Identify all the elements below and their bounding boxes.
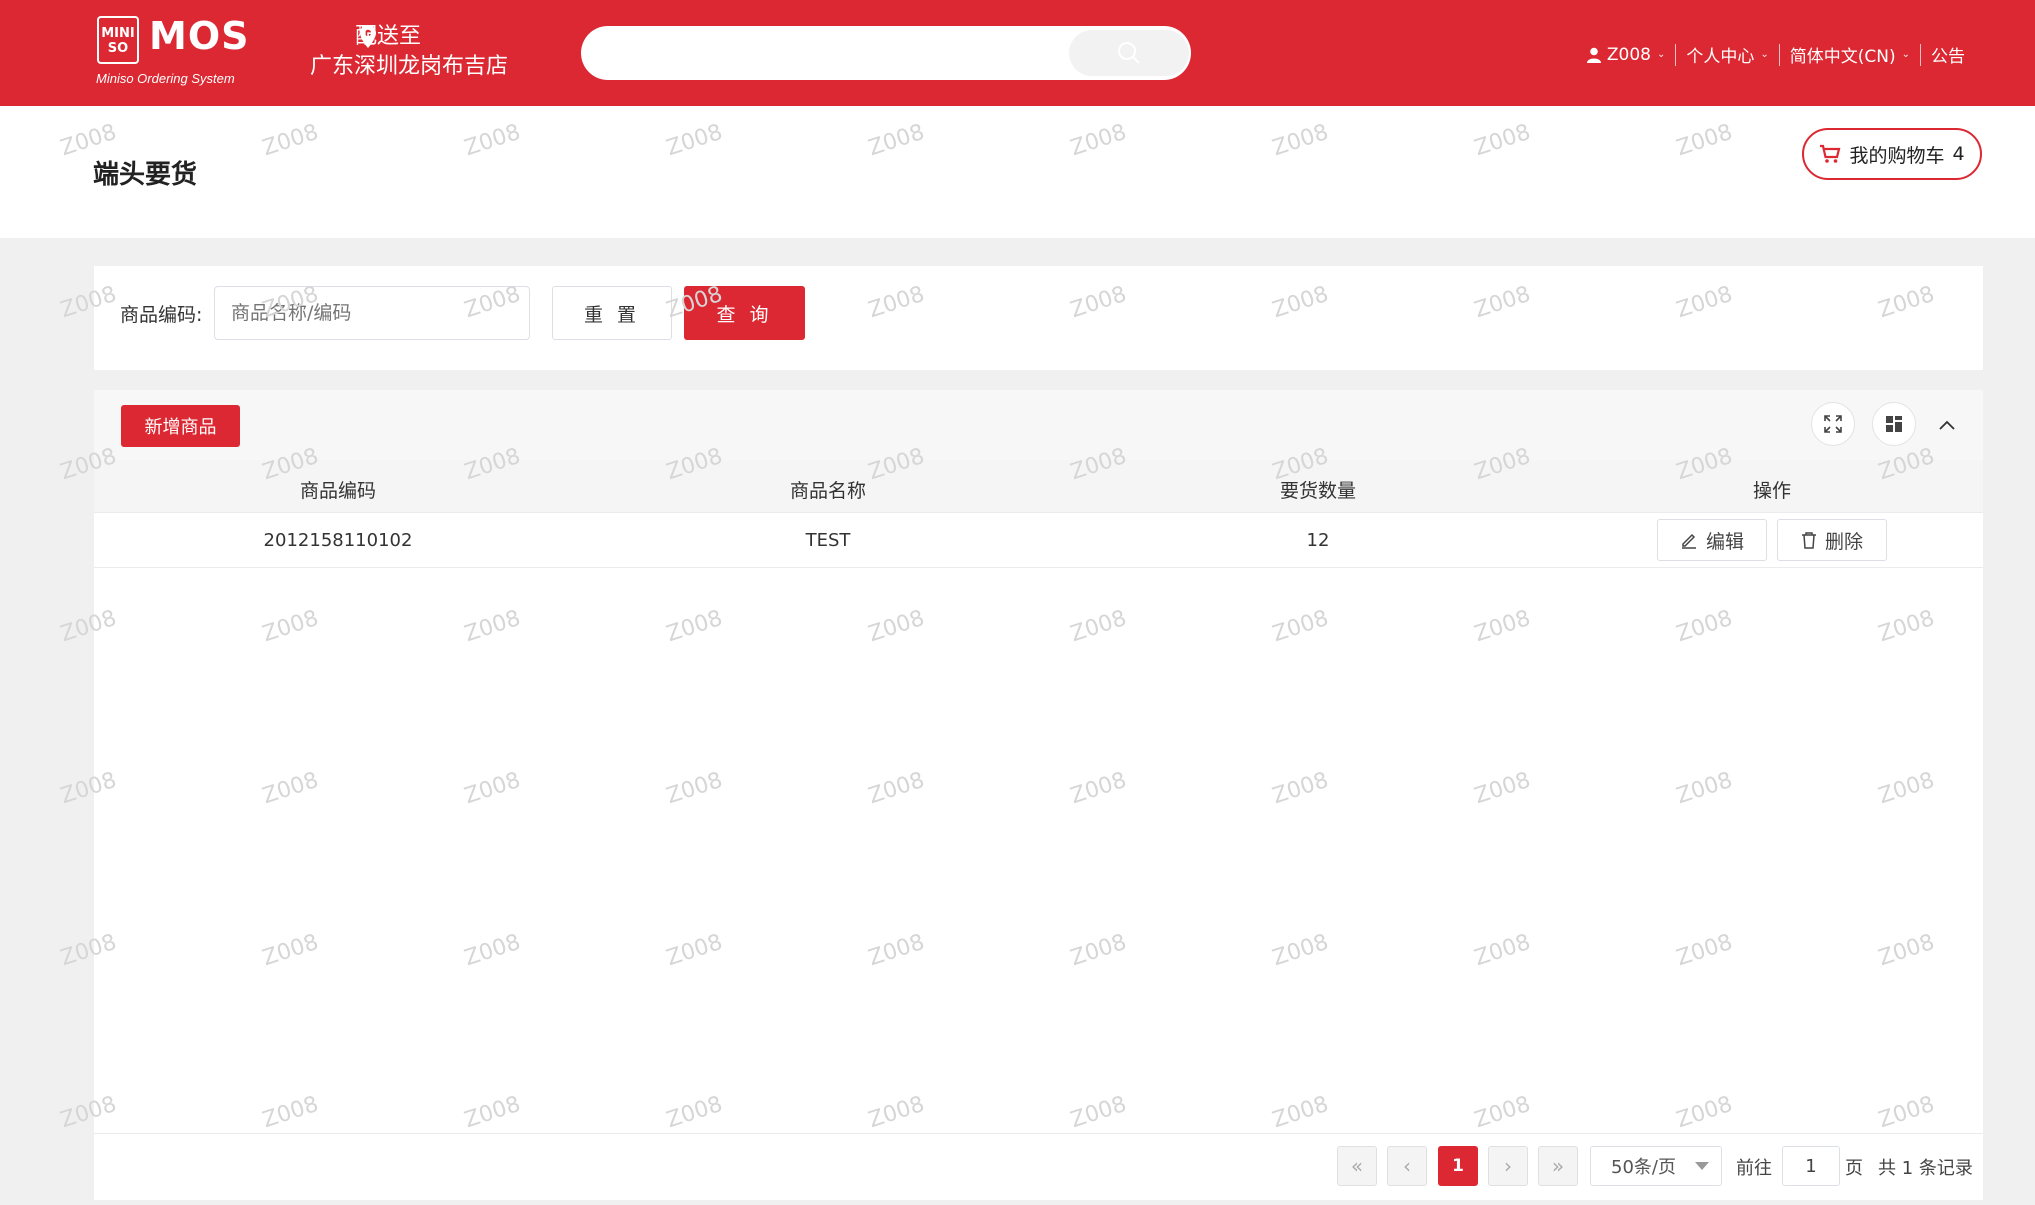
page-title: 端头要货 xyxy=(93,160,198,190)
goto-page-input[interactable]: 1 xyxy=(1782,1146,1840,1186)
first-page-button[interactable]: « xyxy=(1337,1146,1377,1186)
page-size-select[interactable]: 50条/页 xyxy=(1590,1146,1722,1186)
cart-count: 4 xyxy=(1952,143,1965,165)
column-header-code: 商品编码 xyxy=(299,480,377,502)
cart-icon xyxy=(1820,144,1841,163)
page-unit-label: 页 xyxy=(1845,1158,1863,1179)
search-bar[interactable] xyxy=(581,26,1191,80)
prev-page-button[interactable]: ‹ xyxy=(1387,1146,1427,1186)
ship-store: 广东深圳龙岗布吉店 xyxy=(310,54,509,79)
chevron-down-icon: ⌄ xyxy=(1760,49,1769,60)
cell-qty: 12 xyxy=(1306,530,1330,551)
column-header-name: 商品名称 xyxy=(789,480,867,502)
language-label: 简体中文(CN) xyxy=(1789,47,1896,67)
chevron-down-icon: ⌄ xyxy=(1901,49,1910,60)
cart-button[interactable]: 我的购物车 4 xyxy=(1802,128,1982,180)
delete-label: 删除 xyxy=(1824,530,1863,553)
ship-label: 配送至 xyxy=(355,24,422,49)
next-page-button[interactable]: › xyxy=(1488,1146,1528,1186)
double-chevron-right-icon: » xyxy=(1551,1154,1565,1178)
column-header-qty: 要货数量 xyxy=(1279,480,1357,502)
delivery-address[interactable]: 配送至 广东深圳龙岗布吉店 xyxy=(310,22,508,82)
reset-button[interactable]: 重 置 xyxy=(552,286,672,340)
total-records: 共 1 条记录 xyxy=(1878,1158,1973,1179)
trash-icon xyxy=(1801,532,1816,549)
cell-name: TEST xyxy=(805,530,851,551)
language-menu[interactable]: 简体中文(CN) ⌄ xyxy=(1780,42,1920,67)
title-bar xyxy=(0,106,2035,238)
goto-label: 前往 xyxy=(1736,1158,1772,1179)
layout-icon xyxy=(1886,416,1902,432)
fullscreen-icon xyxy=(1824,415,1842,433)
column-header-actions: 操作 xyxy=(1752,480,1792,502)
page-number-button[interactable]: 1 xyxy=(1438,1146,1478,1186)
user-icon xyxy=(1586,47,1601,63)
edit-icon xyxy=(1681,533,1696,549)
miniso-logo-icon[interactable]: MINI SO xyxy=(97,16,139,64)
edit-label: 编辑 xyxy=(1705,530,1744,553)
caret-down-icon xyxy=(1695,1162,1709,1170)
table-toolbar xyxy=(94,390,1983,460)
cell-code: 2012158110102 xyxy=(263,530,413,551)
double-chevron-left-icon: « xyxy=(1350,1154,1364,1178)
user-menu[interactable]: Z008 ⌄ xyxy=(1577,45,1675,65)
personal-center-menu[interactable]: 个人中心 ⌄ xyxy=(1676,42,1778,67)
cart-label: 我的购物车 xyxy=(1849,144,1945,167)
chevron-up-icon[interactable] xyxy=(1938,412,1956,436)
last-page-button[interactable]: » xyxy=(1538,1146,1578,1186)
top-header: MINI SO MOS Miniso Ordering System 配送至 广东… xyxy=(0,0,2035,106)
chevron-down-icon: ⌄ xyxy=(1656,49,1666,60)
layout-button[interactable] xyxy=(1872,402,1916,446)
chevron-left-icon: ‹ xyxy=(1403,1154,1411,1178)
search-icon xyxy=(1118,42,1140,64)
chevron-right-icon: › xyxy=(1504,1154,1512,1178)
pager-divider xyxy=(94,1133,1983,1134)
table-header xyxy=(94,460,1983,512)
personal-center-label: 个人中心 xyxy=(1686,47,1755,67)
query-button[interactable]: 查 询 xyxy=(684,286,805,340)
header-nav: Z008 ⌄ 个人中心 ⌄ 简体中文(CN) ⌄ 公告 xyxy=(1577,42,1975,67)
add-product-button[interactable]: 新增商品 xyxy=(121,405,240,447)
delete-button[interactable]: 删除 xyxy=(1777,519,1887,561)
notice-label: 公告 xyxy=(1931,47,1965,67)
product-code-input[interactable] xyxy=(214,286,530,340)
logo-text: MOS xyxy=(149,14,250,58)
fullscreen-button[interactable] xyxy=(1811,402,1855,446)
edit-button[interactable]: 编辑 xyxy=(1657,519,1767,561)
search-button[interactable] xyxy=(1069,30,1189,76)
notice-link[interactable]: 公告 xyxy=(1921,42,1975,67)
filter-label: 商品编码: xyxy=(120,304,203,326)
page-size-value: 50条/页 xyxy=(1611,1157,1676,1178)
user-name: Z008 xyxy=(1606,44,1651,65)
logo-subtitle: Miniso Ordering System xyxy=(96,71,235,86)
